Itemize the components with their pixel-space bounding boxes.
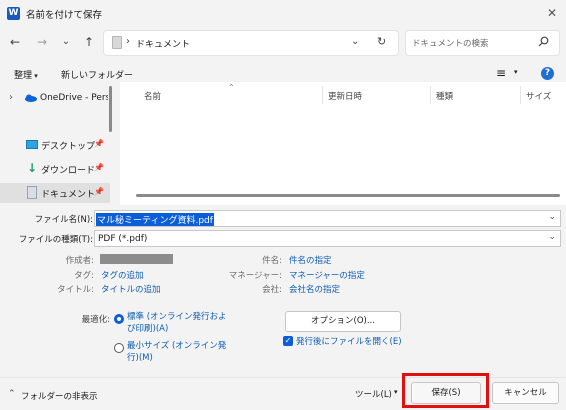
optimize-standard-line2: び印刷)(A)	[127, 324, 169, 334]
organize-label: 整理	[14, 71, 33, 81]
pin-icon[interactable]: 📌	[94, 139, 104, 148]
column-header-name[interactable]: 名前	[144, 90, 161, 102]
column-divider[interactable]	[322, 86, 323, 104]
filename-label: ファイル名(N):	[34, 215, 93, 225]
options-button[interactable]: オプション(O)...	[285, 311, 401, 332]
open-after-publish-label[interactable]: 発行後にファイルを開く(E)	[296, 335, 402, 347]
new-folder-button[interactable]: 新しいフォルダー	[61, 68, 133, 81]
folder-icon	[112, 36, 122, 49]
sidebar-item-label: ダウンロード	[41, 166, 96, 176]
column-divider[interactable]	[430, 86, 431, 104]
optimize-standard-label[interactable]: 標準 (オンライン発行およ び印刷)(A)	[127, 311, 227, 335]
sidebar-item-label: ドキュメント	[41, 190, 96, 200]
address-dropdown-chevron-icon[interactable]: ⌄	[351, 36, 359, 47]
word-app-icon: W	[7, 7, 20, 20]
sidebar-item-onedrive[interactable]: › OneDrive - Perso	[0, 89, 110, 109]
tags-input[interactable]: タグの追加	[101, 269, 144, 281]
title-label: タイトル:	[57, 285, 94, 295]
desktop-icon	[26, 140, 38, 149]
optimize-standard-line1: 標準 (オンライン発行およ	[127, 312, 227, 322]
save-button-highlight-frame	[402, 373, 489, 408]
tags-label: タグ:	[74, 271, 94, 281]
company-input[interactable]: 会社名の指定	[289, 283, 340, 295]
view-dropdown-icon[interactable]: ▾	[514, 68, 518, 76]
view-options-icon[interactable]: ≡	[496, 66, 506, 80]
manager-input[interactable]: マネージャーの指定	[289, 269, 365, 281]
sidebar-item-label: デスクトップ	[41, 142, 96, 152]
recent-locations-chevron-icon[interactable]: ⌄	[57, 33, 75, 51]
tools-menu[interactable]: ツール(L)	[355, 388, 392, 400]
cloud-icon	[24, 94, 37, 102]
optimize-minimum-radio[interactable]	[114, 343, 124, 353]
subject-input[interactable]: 件名の指定	[289, 254, 332, 266]
filename-input[interactable]: マル秘ミーティング資料.pdf ⌄	[94, 210, 561, 227]
download-icon: ↓	[27, 161, 38, 175]
close-icon[interactable]: ✕	[543, 4, 561, 22]
search-icon[interactable]	[538, 36, 549, 47]
organize-menu[interactable]: 整理 ▾	[14, 68, 38, 81]
sidebar-item-label: OneDrive - Perso	[40, 93, 108, 103]
cancel-button[interactable]: キャンセル	[492, 382, 559, 404]
optimize-minimum-line1: 最小サイズ (オンライン発	[127, 341, 227, 351]
column-divider[interactable]	[520, 86, 521, 104]
breadcrumb-documents[interactable]: ドキュメント	[136, 37, 190, 50]
pin-icon[interactable]: 📌	[94, 187, 104, 196]
column-header-modified[interactable]: 更新日時	[328, 90, 362, 102]
subject-label: 件名:	[262, 256, 282, 266]
collapse-chevron-icon[interactable]: ⌃	[8, 389, 16, 399]
title-input[interactable]: タイトルの追加	[101, 283, 161, 295]
filetype-value: PDF (*.pdf)	[98, 234, 148, 244]
sidebar-item-desktop[interactable]: デスクトップ 📌	[0, 135, 110, 155]
expand-chevron-icon[interactable]: ›	[9, 92, 13, 103]
help-icon[interactable]: ?	[541, 67, 554, 80]
back-arrow-icon[interactable]: ←	[6, 33, 24, 51]
filetype-select[interactable]: PDF (*.pdf) ⌄	[94, 230, 561, 247]
filetype-dropdown-icon[interactable]: ⌄	[548, 232, 556, 242]
optimize-label: 最適化:	[81, 315, 110, 325]
author-value-redacted[interactable]	[100, 254, 173, 264]
filename-value: マル秘ミーティング資料.pdf	[96, 213, 214, 226]
search-input[interactable]: ドキュメントの検索	[412, 37, 489, 49]
optimize-minimum-label[interactable]: 最小サイズ (オンライン発 行)(M)	[127, 340, 226, 364]
breadcrumb-chevron-icon: ›	[126, 36, 130, 47]
hide-folders-button[interactable]: フォルダーの非表示	[21, 390, 98, 402]
author-label: 作成者:	[65, 256, 94, 266]
window-title: 名前を付けて保存	[26, 10, 103, 21]
company-label: 会社:	[262, 285, 282, 295]
file-list-scrollbar[interactable]	[136, 194, 560, 197]
documents-icon	[27, 186, 37, 199]
open-after-publish-checkbox[interactable]: ✓	[283, 336, 293, 346]
optimize-standard-radio[interactable]	[114, 314, 124, 324]
pin-icon[interactable]: 📌	[94, 163, 104, 172]
up-folder-icon[interactable]: ↑	[80, 33, 98, 51]
tools-dropdown-icon[interactable]: ▾	[394, 388, 398, 396]
sidebar-item-documents[interactable]: ドキュメント 📌	[0, 183, 110, 203]
organize-dropdown-icon: ▾	[32, 72, 38, 80]
filename-dropdown-icon[interactable]: ⌄	[548, 212, 556, 222]
filetype-label: ファイルの種類(T):	[18, 235, 93, 245]
forward-arrow-icon[interactable]: →	[33, 33, 51, 51]
refresh-icon[interactable]: ↻	[377, 35, 386, 48]
manager-label: マネージャー:	[228, 271, 282, 281]
sort-ascending-icon: ⌃	[228, 83, 235, 92]
optimize-minimum-line2: 行)(M)	[127, 353, 153, 363]
column-header-size[interactable]: サイズ	[526, 90, 551, 102]
sidebar-item-downloads[interactable]: ↓ ダウンロード 📌	[0, 159, 110, 179]
column-header-type[interactable]: 種類	[436, 90, 453, 102]
